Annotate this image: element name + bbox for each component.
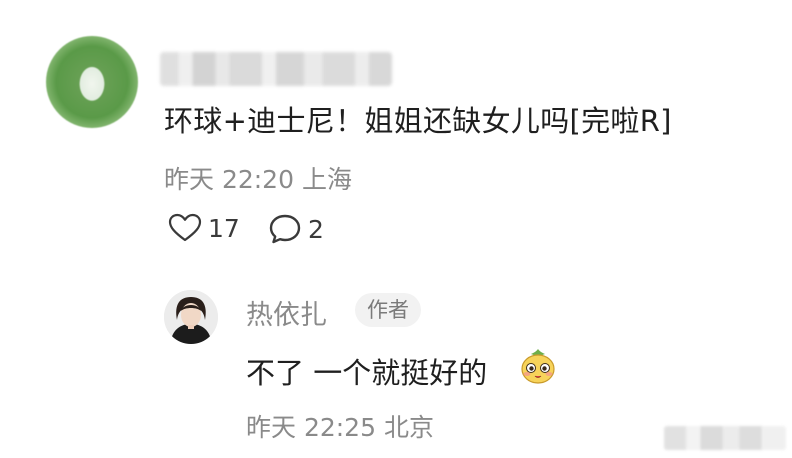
commenter-username-blurred[interactable]: [160, 52, 392, 86]
commenter-avatar[interactable]: [46, 36, 138, 128]
like-count: 17: [208, 213, 240, 243]
author-avatar[interactable]: [164, 290, 218, 344]
author-portrait: [164, 290, 218, 344]
reply-button[interactable]: 2: [268, 213, 324, 245]
heart-outline-icon: [168, 213, 202, 242]
like-button[interactable]: 17: [168, 213, 240, 243]
speech-bubble-icon: [269, 214, 301, 244]
reply-text: 不了 一个就挺好的: [246, 356, 488, 390]
shy-face-emoji-icon: [521, 349, 555, 384]
comment-meta: 昨天 22:20 上海: [164, 165, 352, 194]
comment-text: 环球+迪士尼！姐姐还缺女儿吗[完啦R]: [164, 104, 672, 138]
author-badge: 作者: [355, 293, 421, 327]
author-username[interactable]: 热依扎: [246, 293, 327, 332]
reply-count: 2: [308, 214, 324, 244]
reply-meta: 昨天 22:25 北京: [246, 413, 434, 442]
watermark: [664, 426, 786, 450]
